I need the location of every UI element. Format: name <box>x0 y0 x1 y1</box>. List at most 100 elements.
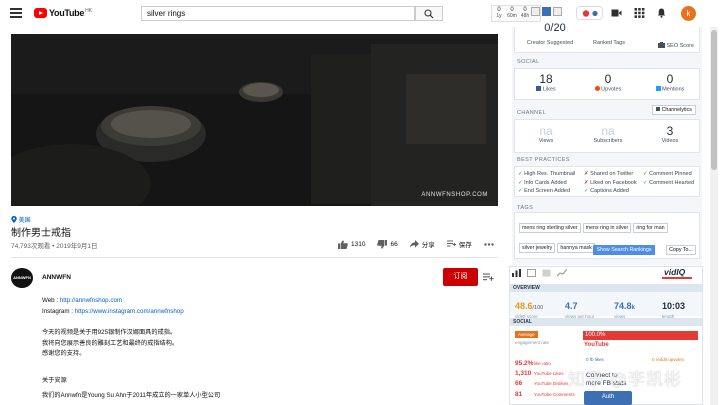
bell-icon[interactable] <box>656 8 667 18</box>
show-search-rankings-button[interactable]: Show Search Rankings <box>593 245 655 255</box>
ext-chart-icon[interactable] <box>531 7 540 16</box>
video-player[interactable]: ANNWFNSHOP.COM <box>11 34 498 206</box>
channel-section-title: CHANNEL <box>517 110 547 116</box>
twitter-icon <box>655 86 661 91</box>
best-practices-col-1: ✓ High Res. Thumbnail ✓ Info Cards Added… <box>518 170 575 196</box>
apps-icon[interactable] <box>634 8 645 18</box>
vidiq-stats-tab-icon[interactable] <box>512 269 521 277</box>
create-video-icon[interactable] <box>611 8 622 18</box>
youtube-share-label: YouTube <box>584 342 609 348</box>
share-label: 分享 <box>421 242 435 249</box>
seo-score-label: SEO Score <box>651 42 701 49</box>
search-input[interactable]: silver rings <box>141 6 415 21</box>
dislike-count: 66 <box>390 240 398 248</box>
creator-suggested-label: Creator Suggested <box>526 40 574 46</box>
video-description: Web : http://annwfnshop.com Instagram : … <box>42 296 482 402</box>
like-button[interactable]: 1310 <box>338 239 365 249</box>
tag-chip[interactable]: silver jewelry <box>519 243 556 253</box>
account-avatar[interactable]: k <box>681 6 696 21</box>
desc-paragraph: 今天的视频是关于用925银制作汉娜面具的戒指。 <box>42 329 177 336</box>
logo-word: YouTube <box>49 8 85 18</box>
kpi-score: 48.6/100 vidIQ score <box>515 301 544 319</box>
desc-web-line: Web : http://annwfnshop.com <box>42 297 123 304</box>
metric-row: 81 YouTube Comments <box>515 390 575 398</box>
vidiq-logo[interactable]: vidIQ <box>664 267 685 277</box>
vidiq-logo-underline <box>662 277 692 279</box>
tag-chip[interactable]: hannya mask <box>557 243 595 253</box>
tag-chip[interactable]: mens ring sterling silver <box>519 223 581 233</box>
dislike-button[interactable]: 66 <box>377 239 398 249</box>
best-practice-item: ✓ High Res. Thumbnail <box>518 171 576 177</box>
search-button[interactable] <box>415 6 443 21</box>
trend-icon[interactable] <box>557 269 567 277</box>
instagram-link[interactable]: https://www.instagram.com/annwfnshop <box>75 308 184 315</box>
ext-play-icon[interactable] <box>542 7 551 16</box>
video-watermark: ANNWFNSHOP.COM <box>421 192 488 198</box>
playlist-add-icon[interactable] <box>483 273 494 282</box>
desc-ig-line: Instagram : https://www.instagram.com/an… <box>42 307 184 315</box>
overview-header: OVERVIEW <box>510 284 702 292</box>
menu-icon[interactable] <box>10 8 22 18</box>
share-icon <box>409 240 419 248</box>
subscribe-button[interactable]: 订阅 <box>443 268 478 286</box>
kpi-views-per-hour: 4.7 views per hour <box>565 301 595 319</box>
metric-row: 95.2%like ratio <box>515 360 551 367</box>
vidiq-tab-icon[interactable] <box>527 269 536 277</box>
auth-button[interactable]: Auth <box>584 391 632 405</box>
tags-section-title: TAGS <box>517 205 534 211</box>
more-horizontal-icon <box>484 242 494 246</box>
save-button[interactable]: 保存 <box>446 239 472 249</box>
social-card: 18 Likes 0 Upvotes 0 Mentions <box>514 68 700 100</box>
best-practices-col-2: ✗ Shared on Twitter ✗ Liked on Facebook … <box>584 170 637 196</box>
video-frame <box>11 34 498 206</box>
youtube-play-icon <box>34 8 47 18</box>
best-practice-item: ✓ Comment Hearted <box>643 179 695 186</box>
reddit-icon <box>594 86 600 91</box>
playlist-add-icon <box>446 240 456 247</box>
vidiq-toggle[interactable] <box>576 6 603 20</box>
info-divider <box>11 257 498 258</box>
best-practice-item: ✗ Shared on Twitter <box>584 171 634 177</box>
desc-about-text: 我们的Annwfn是Young Su Ahn于2011年成立的一家单人小型公司 <box>42 392 221 399</box>
channel-subscribers: na Subscribers <box>593 124 623 144</box>
video-meta: 74,793次观看 • 2019年9月1日 <box>11 243 98 250</box>
share-button[interactable]: 分享 <box>409 239 435 249</box>
channel-views: na Views <box>538 124 554 144</box>
vidiq-social-header: SOCIAL <box>510 318 702 326</box>
tag-chip[interactable]: ring for man <box>633 223 668 233</box>
ranked-tags-label: Ranked Tags <box>592 40 625 46</box>
copy-to-button[interactable]: Copy To... <box>666 245 696 255</box>
thumbs-down-icon <box>377 239 388 249</box>
save-label: 保存 <box>458 242 472 249</box>
web-link[interactable]: http://annwfnshop.com <box>60 297 122 304</box>
location-link[interactable]: 美国 <box>11 215 31 224</box>
social-metrics: 95.2%like ratio 1,310 YouTube Likes 66 You… <box>515 357 575 398</box>
facebook-icon <box>536 86 542 91</box>
social-section-title: SOCIAL <box>517 59 540 65</box>
page-scroll-thumb[interactable] <box>711 30 717 170</box>
kpi-views: 74.8k views <box>614 301 635 319</box>
ext-stat-48h: 0 48h <box>520 7 530 19</box>
overlay-watermark: 知乎 @李凯彬 <box>568 370 682 389</box>
seo-summary-card: 0/20 Creator Suggested Ranked Tags SEO S… <box>514 22 701 53</box>
channelytics-icon <box>656 107 661 111</box>
vidiq-tabs <box>512 269 567 277</box>
engagement-badge: Average <box>515 331 538 338</box>
more-actions-button[interactable] <box>484 242 494 246</box>
channelytics-button[interactable]: Channelytics <box>652 105 696 115</box>
youtube-logo[interactable]: YouTube HK <box>34 8 92 18</box>
desc-paragraph: 感谢您的支持。 <box>42 350 86 357</box>
logo-region: HK <box>85 7 93 14</box>
channel-name[interactable]: ANNWFN <box>42 274 71 281</box>
tag-chip[interactable]: mens ring in silver <box>582 223 632 233</box>
ext-list-icon[interactable] <box>553 7 562 16</box>
channel-avatar[interactable]: ANNWFN <box>11 268 33 288</box>
social-upvotes: 0 Upvotes <box>577 72 639 93</box>
creator-suggested-count: 0/20 <box>544 22 566 34</box>
overview-kpis: 48.6/100 vidIQ score 4.7 views per hour … <box>510 292 702 319</box>
vidiq-tab-icon[interactable] <box>542 269 551 277</box>
thumbs-up-icon <box>338 239 348 249</box>
video-actions: 1310 66 分享 保存 <box>338 239 506 249</box>
reddit-upvotes: 0 reddit upvotes <box>652 357 685 362</box>
vidiq-toggle-icon <box>582 10 598 17</box>
